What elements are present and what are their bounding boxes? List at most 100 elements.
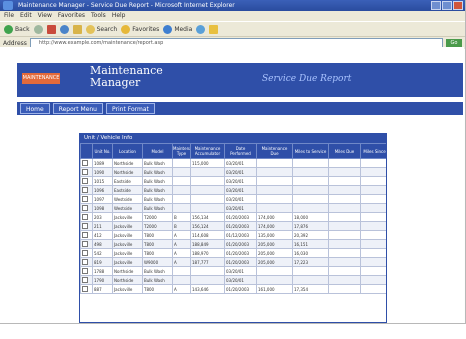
table-cell: Northside (112, 158, 143, 168)
table-cell: 188,970 (190, 248, 225, 258)
table-cell: 01/20/2003 (224, 212, 257, 222)
maximize-button[interactable] (442, 1, 452, 10)
table-cell (360, 266, 386, 276)
checkbox-icon[interactable] (82, 276, 88, 283)
table-row: 1097 Westside Bulk Wash 03/20/01 (80, 194, 386, 204)
table-cell: Jacksville (112, 257, 143, 267)
nav-report-menu-button[interactable]: Report Menu (52, 103, 103, 114)
table-cell (292, 275, 329, 285)
table-cell (190, 203, 225, 213)
table-cell (172, 194, 191, 204)
table-cell: 205,000 (256, 257, 293, 267)
checkbox-icon[interactable] (82, 213, 88, 220)
row-select-checkbox[interactable] (80, 275, 93, 285)
nav-home-button[interactable]: Home (20, 103, 50, 114)
row-select-checkbox[interactable] (80, 239, 93, 249)
row-select-checkbox[interactable] (80, 248, 93, 258)
table-cell: 1096 (92, 185, 113, 195)
row-select-checkbox[interactable] (80, 158, 93, 168)
table-cell (292, 185, 329, 195)
table-cell (190, 167, 225, 177)
row-select-checkbox[interactable] (80, 212, 93, 222)
search-button[interactable]: Search (85, 24, 117, 34)
row-select-checkbox[interactable] (80, 194, 93, 204)
table-row: 1089 Northside Bulk Wash 115,000 03/20/01 (80, 158, 386, 168)
row-select-checkbox[interactable] (80, 221, 93, 231)
table-cell: 205,000 (256, 239, 293, 249)
row-select-checkbox[interactable] (80, 257, 93, 267)
title-bar: Maintenance Manager - Service Due Report… (0, 0, 465, 11)
menu-file[interactable]: File (4, 11, 14, 21)
table-row: 542 Jacksville T800 A 188,970 01/20/2003 205,0… (80, 248, 386, 258)
checkbox-icon[interactable] (82, 249, 88, 256)
checkbox-icon[interactable] (82, 222, 88, 229)
checkbox-icon[interactable] (82, 177, 88, 184)
app-title: Maintenance Manager (90, 64, 163, 89)
checkbox-icon[interactable] (82, 285, 88, 292)
table-cell (328, 230, 361, 240)
checkbox-icon[interactable] (82, 186, 88, 193)
table-cell (328, 212, 361, 222)
history-button[interactable] (196, 24, 206, 34)
table-cell (292, 266, 329, 276)
table-cell (360, 257, 386, 267)
table-cell: 498 (92, 239, 113, 249)
column-header: Miles Due (328, 143, 361, 159)
menu-edit[interactable]: Edit (20, 11, 32, 21)
favorites-button[interactable]: Favorites (121, 24, 160, 34)
menu-help[interactable]: Help (112, 11, 126, 21)
row-select-checkbox[interactable] (80, 185, 93, 195)
table-cell (172, 275, 191, 285)
table-cell (328, 275, 361, 285)
table-cell (360, 158, 386, 168)
table-cell: Eastside (112, 185, 143, 195)
favorites-label: Favorites (132, 25, 160, 33)
menu-tools[interactable]: Tools (91, 11, 106, 21)
row-select-checkbox[interactable] (80, 167, 93, 177)
table-cell (190, 176, 225, 186)
table-cell: 16,030 (292, 248, 329, 258)
go-button[interactable]: Go (446, 39, 462, 47)
refresh-button[interactable] (59, 24, 69, 34)
menu-favorites[interactable]: Favorites (58, 11, 85, 21)
home-icon (72, 24, 82, 34)
table-cell: 03/20/01 (224, 176, 257, 186)
forward-button[interactable] (33, 24, 43, 34)
table-cell (360, 194, 386, 204)
media-button[interactable]: Media (163, 24, 192, 34)
table-row: 1098 Westside Bulk Wash 03/20/01 (80, 203, 386, 213)
menu-view[interactable]: View (38, 11, 52, 21)
table-cell: 1788 (92, 266, 113, 276)
row-select-checkbox[interactable] (80, 203, 93, 213)
checkbox-icon[interactable] (82, 258, 88, 265)
back-button[interactable]: Back (4, 24, 30, 34)
table-cell: 01/20/2003 (224, 284, 257, 294)
close-button[interactable] (453, 1, 463, 10)
checkbox-icon[interactable] (82, 168, 88, 175)
checkbox-icon[interactable] (82, 204, 88, 211)
back-arrow-icon (4, 24, 13, 34)
table-row: 211 Jacksville T2000 B 156,124 01/20/2003 174,… (80, 221, 386, 231)
checkbox-icon[interactable] (82, 240, 88, 247)
checkbox-icon[interactable] (82, 159, 88, 166)
checkbox-icon[interactable] (82, 231, 88, 238)
mail-button[interactable] (209, 24, 219, 34)
row-select-checkbox[interactable] (80, 176, 93, 186)
table-cell: 1015 (92, 176, 113, 186)
minimize-button[interactable] (431, 1, 441, 10)
table-cell (292, 203, 329, 213)
stop-button[interactable] (46, 24, 56, 34)
column-header: Maintenance Accumulator (190, 143, 225, 159)
table-cell (328, 194, 361, 204)
row-select-checkbox[interactable] (80, 230, 93, 240)
column-header: Location (112, 143, 143, 159)
checkbox-icon[interactable] (82, 195, 88, 202)
row-select-checkbox[interactable] (80, 284, 93, 294)
table-cell (360, 167, 386, 177)
row-select-checkbox[interactable] (80, 266, 93, 276)
table-cell (328, 158, 361, 168)
nav-print-format-button[interactable]: Print Format (106, 103, 155, 114)
checkbox-icon[interactable] (82, 267, 88, 274)
table-cell: Jacksville (112, 212, 143, 222)
home-button[interactable] (72, 24, 82, 34)
